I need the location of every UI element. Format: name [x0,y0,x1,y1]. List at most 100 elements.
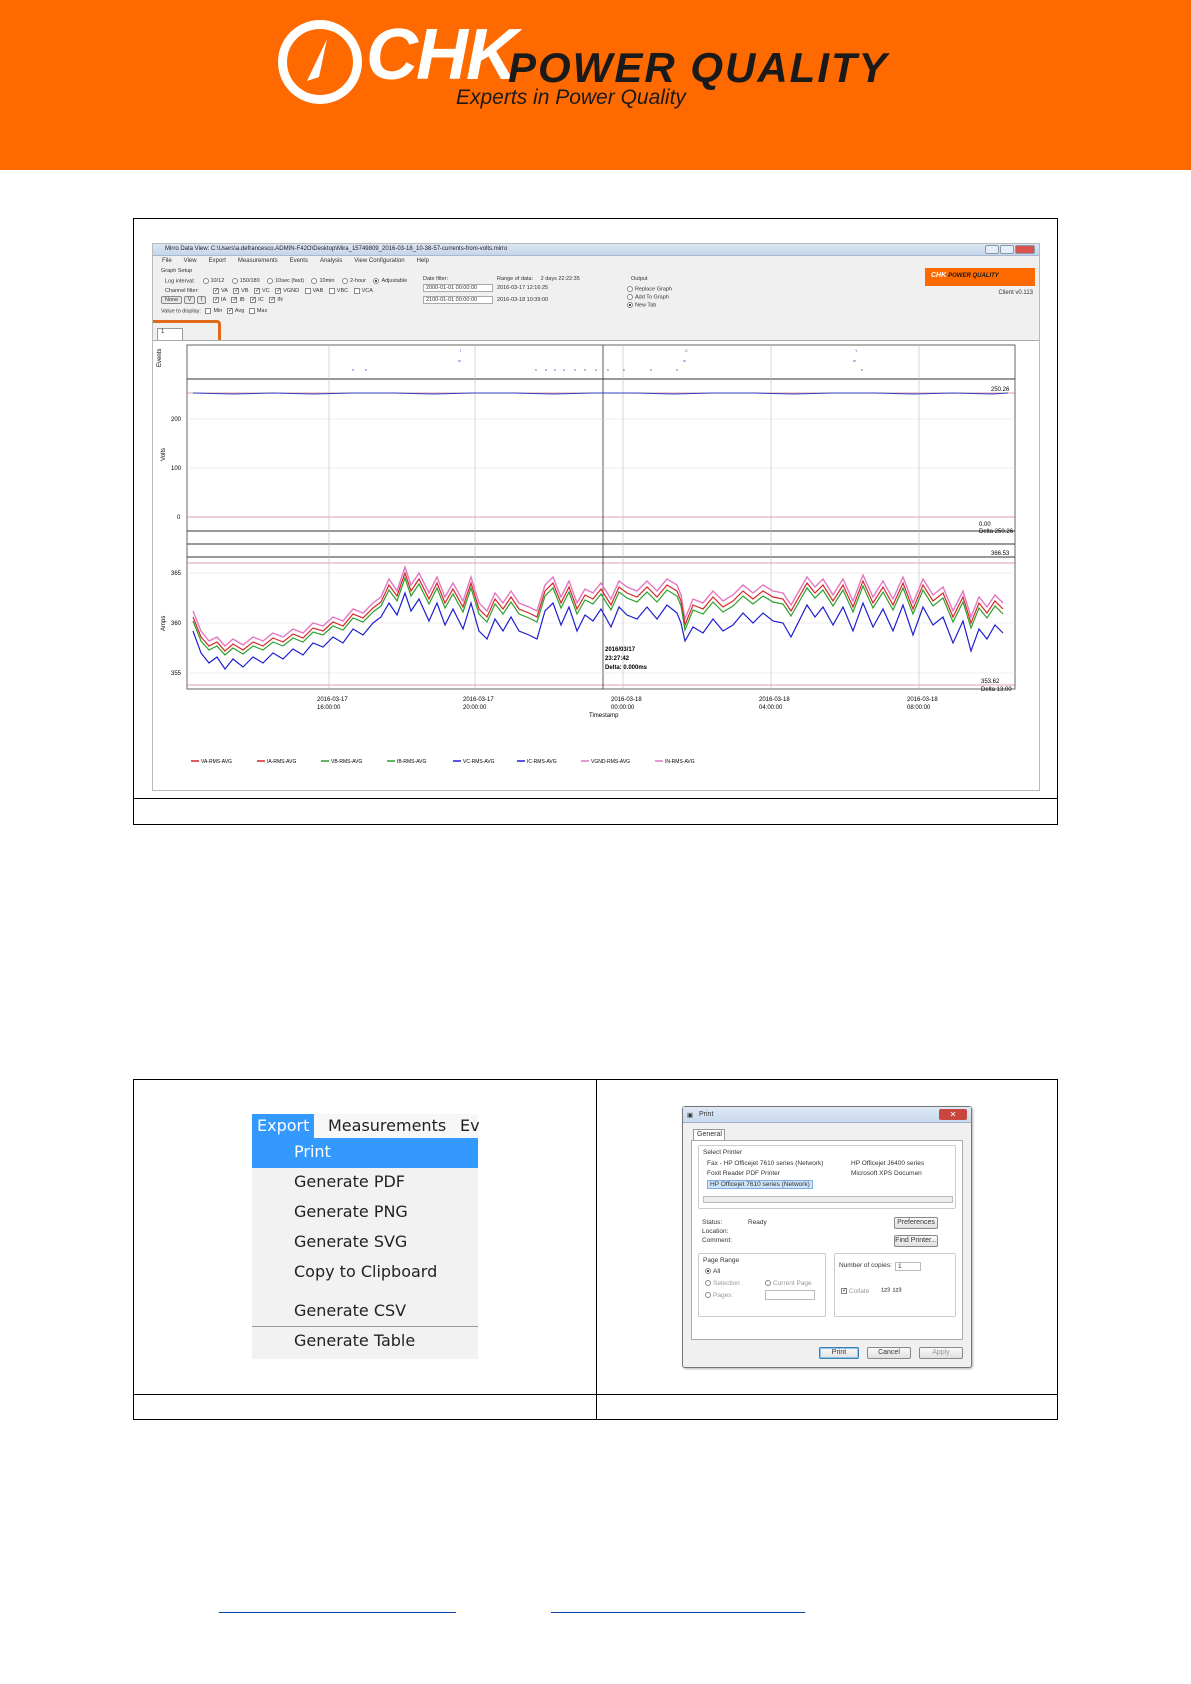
legend-entry: IN-RMS-AVG [665,759,695,765]
dialog-close-icon[interactable]: ✕ [939,1109,967,1120]
menu-events-partial[interactable]: Ev [460,1116,480,1135]
channel-checkbox[interactable] [353,288,360,294]
page-range-radio[interactable] [705,1292,711,1299]
value-checkbox[interactable] [205,308,212,314]
channel-checkbox[interactable] [233,288,240,294]
log-interval-radio[interactable] [267,278,274,284]
channel-checkbox[interactable] [269,297,276,303]
close-button[interactable] [1015,245,1035,254]
channel-checkbox[interactable] [328,288,335,294]
apply-button[interactable]: Apply [919,1347,963,1359]
svg-text:s: s [676,367,678,372]
log-interval-option: 10/12 [210,278,225,285]
printer-list-scrollbar[interactable] [703,1196,953,1203]
channel-option: VCA [361,288,373,295]
svg-text:s: s [595,367,597,372]
minimize-button[interactable] [985,245,999,254]
graph-setup-label: Graph Setup [161,268,193,274]
page-range-pages: Pages: [713,1292,734,1299]
channel-option: VC [262,288,270,295]
printer-list-item[interactable]: Fax - HP Officejet 7610 series (Network) [707,1160,823,1167]
date-from-input[interactable]: 2000-01-01 00:00:00 [423,284,493,292]
printer-list-item[interactable]: HP Officejet J6400 series [851,1160,924,1167]
menu-analysis[interactable]: Analysis [320,258,342,264]
menu-item-print[interactable]: Print [252,1138,478,1168]
channel-none-button[interactable]: None [161,296,183,304]
print-button[interactable]: Print [819,1347,859,1359]
log-interval-radio[interactable] [311,278,318,284]
amps-tick: 360 [171,621,182,627]
log-interval-radio[interactable] [231,278,238,284]
channel-filter-label: Channel filter: [165,288,199,294]
log-interval-radio[interactable] [373,278,380,284]
menu-file[interactable]: File [162,258,172,264]
channel-checkbox[interactable] [275,288,282,294]
legend-entry: VB-RMS-AVG [331,759,362,765]
page-range-radio[interactable] [705,1268,711,1275]
value-checkbox[interactable] [226,308,233,314]
log-interval-radio[interactable] [202,278,209,284]
collate-checkbox[interactable] [841,1288,847,1295]
plot-svg: ss Iw sss sss sss ss Cw Yws Events Volts… [157,344,1016,765]
tab-general[interactable]: General [693,1129,725,1140]
log-interval-radio[interactable] [342,278,348,284]
channel-checkbox[interactable] [231,297,238,303]
channel-i-button[interactable]: I [196,296,207,304]
collate-pages-icon: ¹²³ ¹²³ [881,1286,902,1296]
menu-item-generate-csv[interactable]: Generate CSV [252,1297,478,1327]
footer-link-1[interactable] [219,1612,456,1613]
date-to-input[interactable]: 2100-01-01 00:00:00 [423,296,493,304]
svg-text:s: s [545,367,547,372]
cancel-button[interactable]: Cancel [867,1347,911,1359]
page-range-all: All [713,1268,721,1275]
svg-text:s: s [607,367,609,372]
pages-input[interactable] [765,1290,815,1300]
legend-entry: VA-RMS-AVG [201,759,232,765]
channel-option: IB [239,297,245,304]
menu-item-generate-png[interactable]: Generate PNG [252,1198,478,1228]
menu-measurements[interactable]: Measurements [238,258,278,264]
svg-text:s: s [584,367,586,372]
output-radio[interactable] [627,286,633,292]
output-radio[interactable] [627,294,633,300]
channel-checkbox[interactable] [213,288,219,294]
channel-option: VAB [312,288,324,295]
printer-list-item[interactable]: Foxit Reader PDF Printer [707,1170,780,1177]
copies-input[interactable]: 1 [895,1262,921,1271]
channel-checkbox[interactable] [213,297,219,303]
menu-events[interactable]: Events [290,258,308,264]
value-checkbox[interactable] [248,308,255,314]
logo-power-quality-text: POWER QUALITY [508,44,889,91]
svg-text:s: s [352,367,354,372]
amps-top-label: 366.53 [991,551,1010,557]
channel-checkbox[interactable] [304,288,311,294]
menu-item-generate-svg[interactable]: Generate SVG [252,1228,478,1258]
x-tick-date: 2016-03-18 [759,697,790,703]
printer-list-item[interactable]: Microsoft XPS Documen [851,1170,922,1177]
page-range-radio[interactable] [705,1280,711,1287]
preferences-button[interactable]: Preferences [894,1217,938,1229]
menu-export-active[interactable]: Export [252,1114,314,1138]
range-start: 2016-03-17 12:16:25 [497,285,549,291]
menu-view-configuration[interactable]: View Configuration [354,258,404,264]
volts-tick: 200 [171,417,182,423]
output-radio[interactable] [627,302,633,308]
menu-item-copy-to-clipboard[interactable]: Copy to Clipboard [252,1258,478,1288]
page-range-radio[interactable] [765,1280,771,1287]
menu-item-generate-table[interactable]: Generate Table [252,1327,478,1357]
channel-v-button[interactable]: V [183,296,196,304]
select-printer-group: Select Printer Fax - HP Officejet 7610 s… [698,1145,956,1209]
menu-measurements[interactable]: Measurements [328,1116,446,1135]
channel-checkbox[interactable] [254,288,261,294]
find-printer-button[interactable]: Find Printer... [894,1235,938,1247]
channel-option: IA [221,297,226,304]
menu-help[interactable]: Help [417,258,429,264]
maximize-button[interactable] [1000,245,1014,254]
channel-checkbox[interactable] [250,297,257,303]
menu-export[interactable]: Export [209,258,226,264]
volts-tick: 0 [177,515,181,521]
menu-item-generate-pdf[interactable]: Generate PDF [252,1168,478,1198]
menu-view[interactable]: View [184,258,197,264]
footer-link-2[interactable] [551,1612,805,1613]
printer-list-item-selected[interactable]: HP Officejet 7610 series (Network) [707,1180,813,1189]
